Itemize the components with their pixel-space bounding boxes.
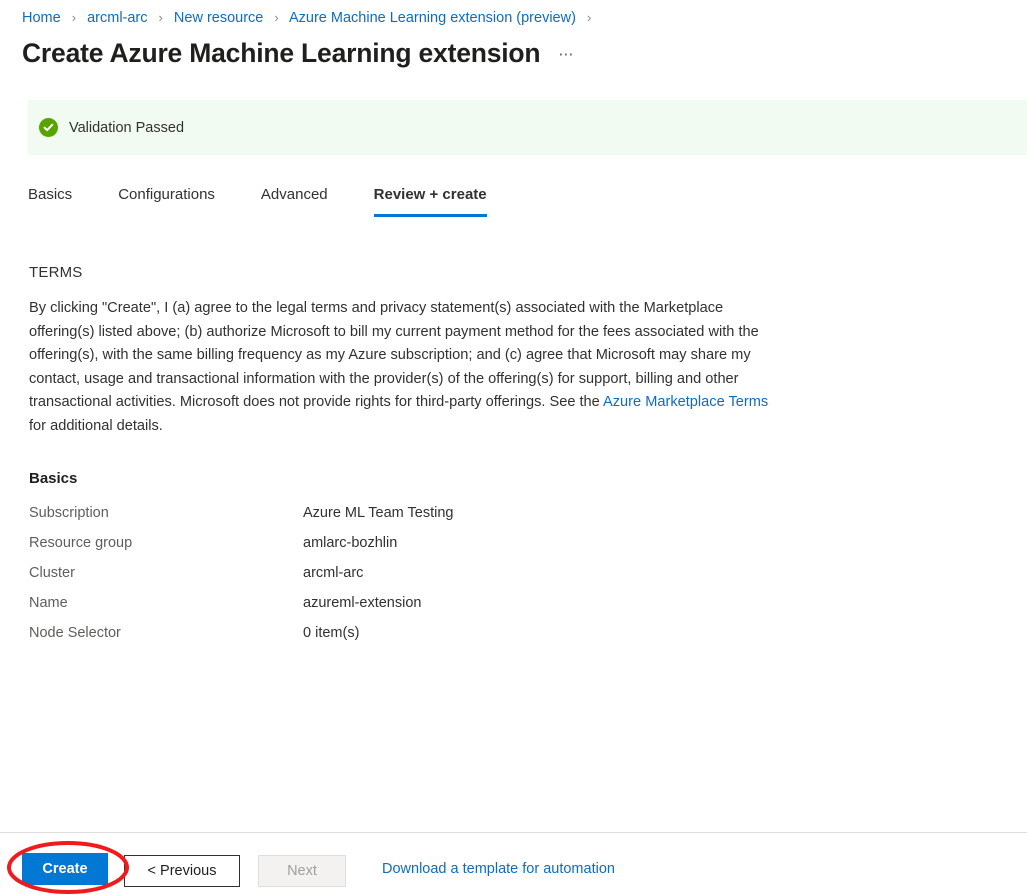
tab-review-create[interactable]: Review + create bbox=[374, 185, 487, 217]
terms-heading: TERMS bbox=[29, 264, 83, 281]
more-options-icon[interactable]: ⋯ bbox=[558, 45, 575, 63]
terms-text-after-link: for additional details. bbox=[29, 418, 163, 434]
row-key-subscription: Subscription bbox=[29, 504, 303, 534]
table-row: Name azureml-extension bbox=[29, 594, 629, 624]
table-row: Cluster arcml-arc bbox=[29, 564, 629, 594]
basics-summary-table: Subscription Azure ML Team Testing Resou… bbox=[29, 504, 629, 654]
page-header: Create Azure Machine Learning extension … bbox=[22, 36, 575, 70]
breadcrumb-separator-icon: › bbox=[274, 10, 278, 25]
basics-section-heading: Basics bbox=[29, 470, 77, 487]
breadcrumb-item-azure-ml-extension[interactable]: Azure Machine Learning extension (previe… bbox=[289, 10, 576, 26]
download-template-link[interactable]: Download a template for automation bbox=[382, 861, 615, 877]
create-button[interactable]: Create bbox=[22, 853, 108, 885]
row-key-name: Name bbox=[29, 594, 303, 624]
table-row: Resource group amlarc-bozhlin bbox=[29, 534, 629, 564]
row-value-node-selector: 0 item(s) bbox=[303, 624, 629, 654]
tab-advanced[interactable]: Advanced bbox=[261, 185, 328, 217]
table-row: Subscription Azure ML Team Testing bbox=[29, 504, 629, 534]
breadcrumb-item-arcml-arc[interactable]: arcml-arc bbox=[87, 10, 147, 26]
breadcrumb-item-new-resource[interactable]: New resource bbox=[174, 10, 263, 26]
row-value-resource-group: amlarc-bozhlin bbox=[303, 534, 629, 564]
tab-basics[interactable]: Basics bbox=[28, 185, 72, 217]
breadcrumb-item-home[interactable]: Home bbox=[22, 10, 61, 26]
row-key-resource-group: Resource group bbox=[29, 534, 303, 564]
row-value-cluster: arcml-arc bbox=[303, 564, 629, 594]
previous-button[interactable]: < Previous bbox=[124, 855, 240, 887]
tab-configurations[interactable]: Configurations bbox=[118, 185, 215, 217]
next-button: Next bbox=[258, 855, 346, 887]
wizard-tabs: Basics Configurations Advanced Review + … bbox=[28, 185, 487, 217]
breadcrumb-separator-icon: › bbox=[587, 10, 591, 25]
table-row: Node Selector 0 item(s) bbox=[29, 624, 629, 654]
validation-banner: Validation Passed bbox=[28, 100, 1027, 155]
page-title: Create Azure Machine Learning extension bbox=[22, 36, 540, 70]
azure-marketplace-terms-link[interactable]: Azure Marketplace Terms bbox=[603, 394, 768, 410]
row-key-node-selector: Node Selector bbox=[29, 624, 303, 654]
row-value-subscription: Azure ML Team Testing bbox=[303, 504, 629, 534]
row-key-cluster: Cluster bbox=[29, 564, 303, 594]
breadcrumb-separator-icon: › bbox=[159, 10, 163, 25]
terms-paragraph: By clicking "Create", I (a) agree to the… bbox=[29, 297, 774, 438]
breadcrumb-separator-icon: › bbox=[72, 10, 76, 25]
check-circle-icon bbox=[39, 118, 58, 137]
breadcrumb: Home › arcml-arc › New resource › Azure … bbox=[22, 8, 598, 28]
validation-message: Validation Passed bbox=[69, 120, 184, 136]
row-value-name: azureml-extension bbox=[303, 594, 629, 624]
